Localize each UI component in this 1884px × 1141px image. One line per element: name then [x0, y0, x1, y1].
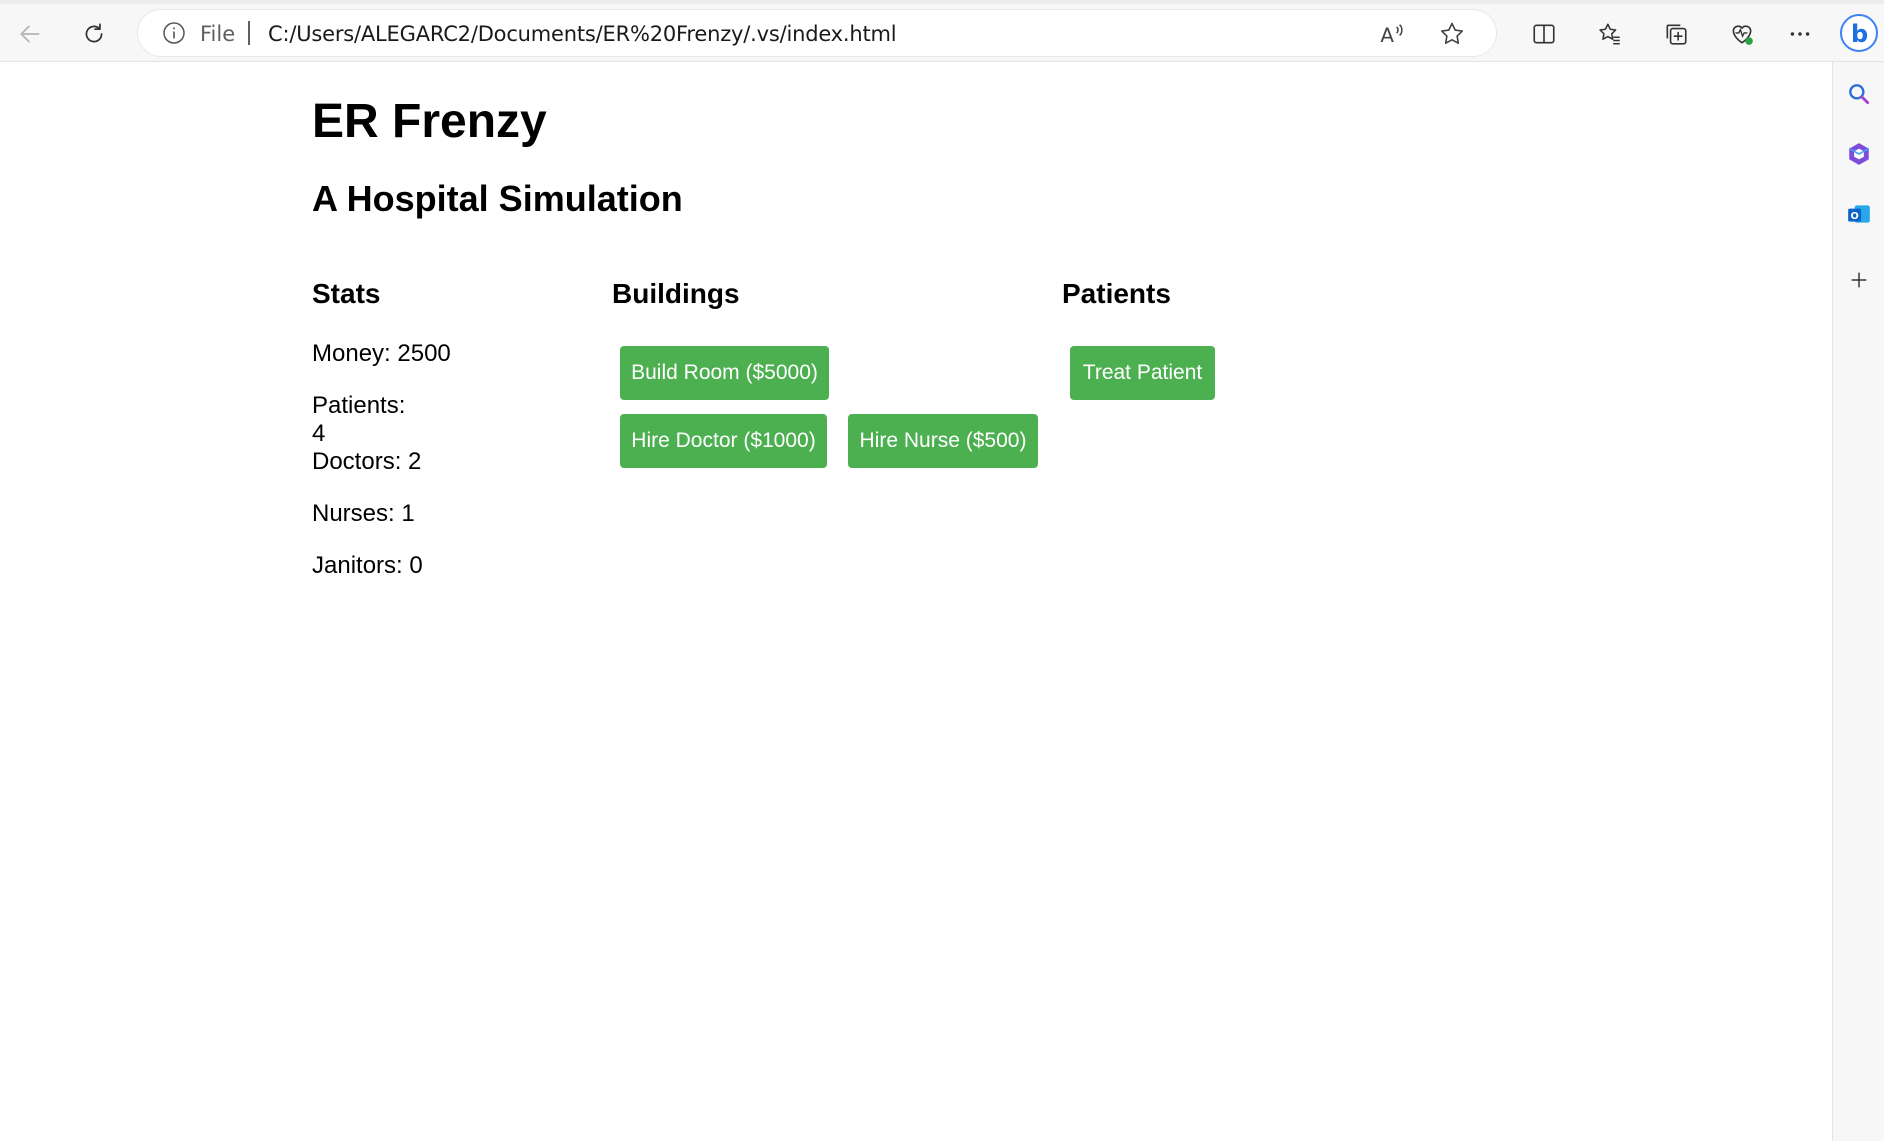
- svg-text:O: O: [1851, 211, 1859, 222]
- browser-essentials-icon: [1732, 25, 1753, 45]
- edge-sidebar: O: [1832, 62, 1884, 1141]
- search-icon: [1849, 84, 1870, 105]
- url-divider: [248, 21, 250, 45]
- copilot-button[interactable]: b: [1836, 10, 1882, 56]
- split-screen-icon: [1533, 24, 1555, 44]
- janitors-stat: Janitors: 0: [312, 552, 423, 579]
- browser-essentials-button[interactable]: [1722, 14, 1762, 54]
- back-button[interactable]: [10, 14, 50, 54]
- refresh-button[interactable]: [74, 14, 114, 54]
- more-icon: [1790, 32, 1810, 36]
- outlook-icon: O: [1848, 205, 1870, 223]
- url-scheme-label: File: [200, 22, 236, 46]
- sidebar-add-button[interactable]: [1841, 262, 1877, 298]
- buildings-section: Buildings Build Room ($5000) Hire Doctor…: [612, 278, 1072, 468]
- treat-patient-button[interactable]: Treat Patient: [1070, 346, 1215, 400]
- stats-section: Stats Money: 2500 Patients: 4 Doctors: 2…: [312, 278, 592, 579]
- favorites-button[interactable]: [1590, 14, 1630, 54]
- sidebar-search-button[interactable]: [1841, 76, 1877, 112]
- back-icon: [20, 25, 40, 43]
- more-button[interactable]: [1780, 14, 1820, 54]
- collections-button[interactable]: [1656, 14, 1696, 54]
- address-bar[interactable]: File C:/Users/ALEGARC2/Documents/ER%20Fr…: [138, 10, 1496, 56]
- tab-strip-edge: [0, 0, 1884, 4]
- favorites-icon: [1599, 23, 1620, 45]
- url-text[interactable]: C:/Users/ALEGARC2/Documents/ER%20Frenzy/…: [268, 22, 897, 46]
- sidebar-office-button[interactable]: [1841, 136, 1877, 172]
- read-aloud-icon[interactable]: A: [1378, 20, 1406, 48]
- sidebar-outlook-button[interactable]: O: [1841, 196, 1877, 232]
- build-room-button[interactable]: Build Room ($5000): [620, 346, 829, 400]
- patients-stat-value: 4: [312, 420, 326, 447]
- hire-doctor-button[interactable]: Hire Doctor ($1000): [620, 414, 827, 468]
- hire-nurse-button[interactable]: Hire Nurse ($500): [848, 414, 1038, 468]
- browser-toolbar: File C:/Users/ALEGARC2/Documents/ER%20Fr…: [0, 0, 1884, 62]
- patients-stat-label: Patients:: [312, 392, 406, 419]
- collections-icon: [1666, 24, 1687, 45]
- refresh-icon: [85, 23, 103, 43]
- nurses-stat: Nurses: 1: [312, 500, 415, 527]
- page-title: ER Frenzy: [312, 95, 547, 148]
- buildings-heading: Buildings: [612, 278, 740, 309]
- copilot-icon: b: [1840, 14, 1878, 52]
- office-icon: [1848, 143, 1870, 165]
- doctors-stat: Doctors: 2: [312, 448, 422, 475]
- info-icon[interactable]: [162, 21, 186, 45]
- favorite-star-icon[interactable]: [1438, 20, 1466, 48]
- svg-text:A: A: [1380, 24, 1394, 47]
- page-subtitle: A Hospital Simulation: [312, 178, 683, 219]
- svg-text:b: b: [1851, 20, 1868, 48]
- stats-heading: Stats: [312, 278, 381, 309]
- split-screen-button[interactable]: [1524, 14, 1564, 54]
- patients-section: Patients Treat Patient: [1062, 278, 1362, 400]
- money-stat: Money: 2500: [312, 340, 451, 367]
- patients-heading: Patients: [1062, 278, 1171, 309]
- add-icon: [1851, 272, 1867, 288]
